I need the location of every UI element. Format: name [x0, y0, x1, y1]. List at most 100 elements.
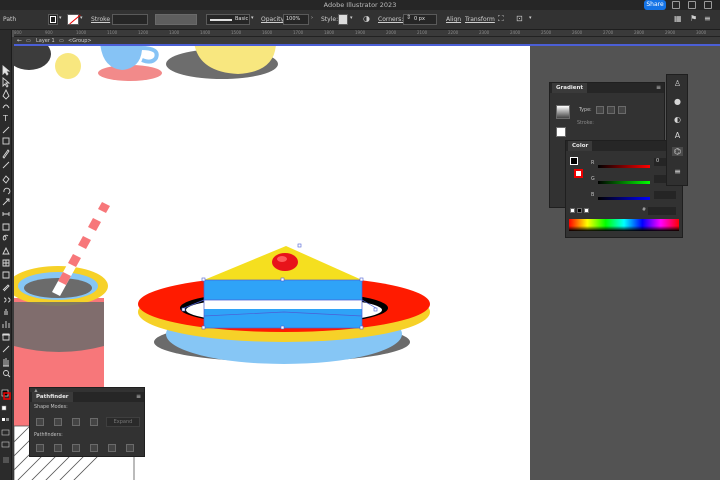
breadcrumb-group[interactable]: <Group>	[68, 38, 92, 44]
ruler-tick: 2300	[479, 30, 490, 35]
divide-icon[interactable]	[36, 444, 44, 452]
ruler-tick: 3000	[696, 30, 707, 35]
none-swatch[interactable]	[570, 208, 575, 213]
type-tool-icon: T	[2, 114, 8, 123]
horizontal-ruler[interactable]: 800 900 1000 1100 1200 1300 1400 1500 16…	[14, 30, 720, 37]
search-icon[interactable]	[672, 1, 680, 9]
white-swatch[interactable]	[584, 208, 589, 213]
stroke-color-swatch[interactable]	[574, 169, 583, 178]
menu-icon[interactable]: ≡	[704, 14, 711, 23]
isolate-object-icon[interactable]: ⛶	[498, 14, 504, 24]
fill-swatch[interactable]	[48, 14, 58, 25]
unite-icon[interactable]	[36, 418, 44, 426]
radial-gradient-icon[interactable]	[607, 106, 615, 114]
teacup-handle	[140, 46, 159, 64]
back-arrow-icon[interactable]: ←	[17, 37, 22, 44]
fill-stroke-swatch[interactable]	[556, 127, 566, 137]
freeform-gradient-icon[interactable]	[618, 106, 626, 114]
share-button[interactable]: Share	[644, 0, 666, 10]
chevron-down-icon[interactable]: ▾	[350, 15, 353, 21]
artboard-tool-icon	[2, 333, 10, 341]
ruler-tick: 1300	[169, 30, 180, 35]
chevron-right-icon[interactable]: ›	[311, 15, 313, 21]
scale-tool-icon	[2, 198, 10, 206]
corners-field[interactable]: ⇕ 0 px	[403, 14, 437, 25]
gradient-stroke-label: Stroke:	[577, 121, 594, 126]
gradient-mode-icon	[6, 418, 9, 421]
color-spectrum[interactable]	[569, 219, 679, 231]
blue-slider[interactable]	[598, 197, 650, 200]
align-button[interactable]: Align	[446, 16, 461, 23]
brush-definition[interactable]: Basic	[206, 14, 250, 25]
stroke-label[interactable]: Stroke	[91, 16, 110, 23]
breadcrumb-layer[interactable]: Layer 1	[36, 38, 55, 44]
gradient-preview-swatch[interactable]	[556, 105, 570, 119]
ruler-tick: 1000	[76, 30, 87, 35]
ruler-tick: 2900	[665, 30, 676, 35]
ruler-tick: 2700	[603, 30, 614, 35]
exclude-icon[interactable]	[90, 418, 98, 426]
line-segment-tool-icon	[2, 126, 10, 134]
color-panel-tab[interactable]: Color	[568, 141, 593, 151]
pathfinder-panel-tab[interactable]: Pathfinder	[32, 392, 73, 402]
ruler-tick: 2500	[541, 30, 552, 35]
corners-label[interactable]: Corners:	[378, 16, 403, 23]
selection-type-label: Path	[3, 16, 17, 23]
minus-back-icon[interactable]	[126, 444, 134, 452]
fill-color-swatch[interactable]	[570, 157, 578, 165]
shape-builder-tool-icon	[2, 234, 9, 241]
eraser-tool-icon	[2, 175, 10, 184]
variable-width-profile[interactable]	[155, 14, 197, 25]
minus-front-icon[interactable]	[54, 418, 62, 426]
layer-icon: ▭	[26, 38, 31, 44]
rotate-tool-icon	[3, 187, 11, 195]
character-icon[interactable]: A	[672, 131, 683, 140]
select-similar-icon[interactable]: ⊡	[516, 14, 523, 23]
hex-field[interactable]	[648, 207, 676, 215]
ruler-tick: 1700	[293, 30, 304, 35]
free-transform-tool-icon	[2, 223, 10, 231]
flag-icon[interactable]: ⚑	[690, 14, 697, 23]
black-swatch[interactable]	[577, 208, 582, 213]
chevron-down-icon[interactable]: ▾	[529, 15, 532, 21]
chevron-down-icon[interactable]: ▾	[251, 15, 254, 21]
arrange-documents-icon[interactable]	[704, 1, 712, 9]
chevron-down-icon[interactable]: ▾	[59, 15, 62, 21]
green-slider[interactable]	[598, 181, 650, 184]
cake-layer-top	[204, 280, 362, 300]
intersect-icon[interactable]	[72, 418, 80, 426]
properties-icon[interactable]: ≡	[672, 167, 683, 176]
transform-button[interactable]: Transform	[465, 16, 495, 23]
anchor-point	[359, 277, 364, 282]
anchor-point	[280, 325, 285, 330]
gradient-panel-tab[interactable]: Gradient	[552, 83, 588, 93]
stroke-swatch[interactable]	[67, 14, 81, 25]
opacity-label[interactable]: Opacity:	[261, 16, 286, 23]
workspace-icon[interactable]	[688, 1, 696, 9]
symbol-sprayer-tool-icon	[4, 309, 8, 315]
expand-button[interactable]: Expand	[106, 417, 140, 427]
red-slider[interactable]	[598, 165, 650, 168]
arrange-icon[interactable]: ▦	[674, 14, 682, 23]
merge-icon[interactable]	[72, 444, 80, 452]
outline-icon[interactable]	[108, 444, 116, 452]
zoom-tool-icon	[3, 370, 9, 376]
stroke-weight-field[interactable]	[112, 14, 148, 25]
pathfinder-panel: ▲ Pathfinder ≡ Shape Modes: Expand Pathf…	[29, 387, 145, 457]
chevron-down-icon[interactable]: ▾	[80, 15, 83, 21]
layers-icon[interactable]: ◐	[672, 115, 683, 124]
recolor-artwork-icon[interactable]: ◑	[363, 14, 370, 23]
panel-menu-icon[interactable]: ≡	[656, 84, 661, 91]
crop-icon[interactable]	[90, 444, 98, 452]
trim-icon[interactable]	[54, 444, 62, 452]
graphic-style-swatch[interactable]	[338, 14, 348, 25]
linear-gradient-icon[interactable]	[596, 106, 604, 114]
blue-value-field[interactable]	[654, 191, 676, 199]
appearance-icon[interactable]: ●	[672, 97, 683, 106]
opacity-field[interactable]: 100%	[283, 14, 309, 25]
brushes-icon[interactable]: ⌬	[672, 147, 683, 156]
blue-channel-label: B	[591, 193, 595, 198]
panel-menu-icon[interactable]: ≡	[136, 393, 141, 400]
libraries-icon[interactable]: ♙	[672, 79, 683, 88]
draw-mode-icon	[1, 429, 10, 436]
